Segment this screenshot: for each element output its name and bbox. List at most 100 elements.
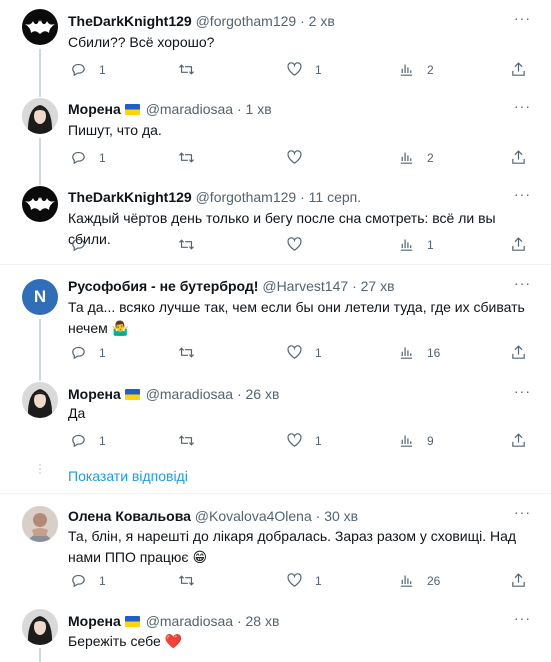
display-name[interactable]: Русофобия - не бутерброд!	[68, 278, 258, 294]
views-button[interactable]: 16	[398, 344, 440, 361]
show-replies-link[interactable]: Показати відповіді	[68, 468, 188, 484]
views-button[interactable]: 2	[398, 61, 434, 78]
user-handle[interactable]: @maradiosaa	[146, 613, 233, 629]
views-button[interactable]: 2	[398, 149, 434, 166]
reply-button[interactable]: 1	[70, 572, 106, 589]
user-handle[interactable]: @forgotham129	[196, 13, 297, 29]
views-button[interactable]: 9	[398, 432, 434, 449]
more-options-button[interactable]: ···	[514, 383, 531, 399]
avatar[interactable]: N	[22, 279, 58, 315]
timestamp[interactable]: 11 серп.	[309, 189, 361, 205]
views-count: 2	[427, 150, 434, 165]
reply-button[interactable]: 1	[70, 61, 106, 78]
timestamp[interactable]: 2 хв	[309, 13, 335, 29]
separator-dot: ·	[236, 386, 242, 402]
user-handle[interactable]: @maradiosaa	[146, 386, 233, 402]
reply-button[interactable]: 1	[70, 149, 106, 166]
like-count: 1	[315, 573, 322, 588]
tweet-text: Та да... всяко лучше так, чем если бы он…	[68, 299, 525, 336]
tweet-header: Морена @maradiosaa · 28 хв	[68, 612, 279, 630]
share-button[interactable]	[510, 344, 527, 361]
timestamp[interactable]: 30 хв	[324, 508, 358, 524]
like-button[interactable]: 1	[286, 572, 322, 589]
retweet-button[interactable]	[178, 344, 195, 361]
reply-button[interactable]: 1	[70, 344, 106, 361]
thread-line	[39, 176, 41, 185]
avatar[interactable]	[22, 98, 58, 134]
share-button[interactable]	[510, 149, 527, 166]
tweet[interactable]: Морена @maradiosaa · 26 хв ··· Да 1 1 9	[0, 373, 551, 461]
user-handle[interactable]: @maradiosaa	[146, 101, 233, 117]
like-button[interactable]: 1	[286, 61, 322, 78]
display-name[interactable]: Морена	[68, 386, 121, 402]
share-button[interactable]	[510, 236, 527, 253]
more-options-button[interactable]: ···	[514, 610, 531, 626]
retweet-button[interactable]	[178, 236, 195, 253]
tweet[interactable]: Морена @maradiosaa · 28 хв ··· Бережіть …	[0, 602, 551, 662]
avatar[interactable]	[22, 506, 58, 542]
retweet-icon	[178, 64, 195, 75]
tweet[interactable]: Морена @maradiosaa · 1 хв ··· Пишут, что…	[0, 88, 551, 176]
timestamp[interactable]: 28 хв	[246, 613, 280, 629]
display-name[interactable]: Морена	[68, 101, 121, 117]
like-button[interactable]	[286, 236, 303, 253]
share-icon	[512, 150, 525, 164]
display-name[interactable]: TheDarkKnight129	[68, 189, 192, 205]
share-button[interactable]	[510, 572, 527, 589]
timestamp[interactable]: 26 хв	[246, 386, 280, 402]
tweet[interactable]: N Русофобия - не бутерброд! @Harvest147 …	[0, 265, 551, 373]
action-bar: 1	[68, 236, 538, 256]
more-options-button[interactable]: ···	[514, 186, 531, 202]
reply-button[interactable]	[70, 236, 87, 253]
analytics-icon	[400, 347, 413, 359]
display-name[interactable]: Морена	[68, 613, 121, 629]
timestamp[interactable]: 27 хв	[361, 278, 395, 294]
more-options-button[interactable]: ···	[514, 98, 531, 114]
thread-line	[39, 648, 41, 662]
avatar[interactable]	[22, 382, 58, 418]
like-button[interactable]: 1	[286, 432, 322, 449]
like-count: 1	[315, 345, 322, 360]
bat-logo-icon	[25, 197, 55, 211]
like-button[interactable]	[286, 149, 303, 166]
tweet[interactable]: TheDarkKnight129 @forgotham129 · 11 серп…	[0, 176, 551, 264]
analytics-icon	[400, 575, 413, 587]
more-options-button[interactable]: ···	[514, 10, 531, 26]
views-count: 16	[427, 345, 441, 360]
avatar[interactable]	[22, 186, 58, 222]
retweet-button[interactable]	[178, 572, 195, 589]
bat-logo-icon	[25, 20, 55, 34]
user-handle[interactable]: @forgotham129	[196, 189, 297, 205]
ukraine-flag-icon	[124, 389, 140, 400]
more-options-button[interactable]: ···	[514, 504, 531, 520]
reply-icon	[72, 434, 85, 448]
retweet-button[interactable]	[178, 149, 195, 166]
action-bar: 1 1 9	[68, 432, 538, 452]
tweet-text: Та, блін, я нарешті до лікаря добралась.…	[68, 528, 517, 565]
tweet-header: TheDarkKnight129 @forgotham129 · 11 серп…	[68, 188, 361, 206]
like-button[interactable]: 1	[286, 344, 322, 361]
display-name[interactable]: Олена Ковальова	[68, 508, 191, 524]
reply-count: 1	[99, 573, 106, 588]
ukraine-flag-icon	[124, 104, 140, 115]
display-name[interactable]: TheDarkKnight129	[68, 13, 192, 29]
user-handle[interactable]: @Harvest147	[262, 278, 348, 294]
timestamp[interactable]: 1 хв	[246, 101, 272, 117]
heart-icon	[287, 237, 302, 251]
views-button[interactable]: 26	[398, 572, 440, 589]
share-button[interactable]	[510, 432, 527, 449]
retweet-button[interactable]	[178, 432, 195, 449]
views-button[interactable]: 1	[398, 236, 434, 253]
avatar[interactable]	[22, 609, 58, 645]
share-button[interactable]	[510, 61, 527, 78]
more-options-button[interactable]: ···	[514, 275, 531, 291]
reply-icon	[72, 63, 85, 77]
reply-button[interactable]: 1	[70, 432, 106, 449]
tweet[interactable]: Олена Ковальова @Kovalova4Olena · 30 хв …	[0, 494, 551, 602]
avatar[interactable]	[22, 9, 58, 45]
user-handle[interactable]: @Kovalova4Olena	[195, 508, 312, 524]
separator-dot: ·	[315, 508, 321, 524]
portrait-icon	[22, 382, 58, 418]
retweet-button[interactable]	[178, 61, 195, 78]
tweet[interactable]: TheDarkKnight129 @forgotham129 · 2 хв ··…	[0, 0, 551, 89]
